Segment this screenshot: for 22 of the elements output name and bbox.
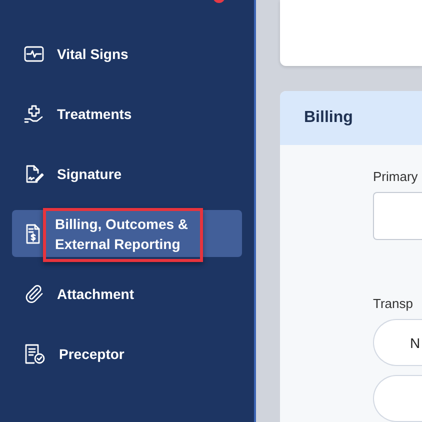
option-button[interactable]: N — [373, 319, 422, 366]
option-button[interactable] — [373, 375, 422, 422]
sidebar-item[interactable]: Preceptor — [12, 330, 242, 377]
sidebar-item-label: Billing, Outcomes & External Reporting — [55, 214, 190, 254]
document-pen-icon — [24, 164, 44, 184]
sidebar-item[interactable]: Vital Signs — [12, 30, 242, 77]
sidebar-item-label: Treatments — [57, 104, 132, 124]
sidebar-item-label: Preceptor — [59, 344, 124, 364]
sidebar-item[interactable]: Attachment — [12, 270, 242, 317]
field-label: Primary — [373, 169, 419, 184]
hand-plus-icon — [24, 104, 44, 124]
field-label: Transp — [373, 296, 414, 311]
document-check-icon — [24, 344, 46, 364]
paperclip-icon — [24, 284, 44, 304]
dollar-document-icon — [24, 224, 42, 244]
sidebar-item-label: Attachment — [57, 284, 134, 304]
card-title: Billing — [304, 109, 353, 127]
sidebar-item[interactable]: Treatments — [12, 90, 242, 137]
sidebar-item-label: Signature — [57, 164, 122, 184]
sidebar-item-label: Vital Signs — [57, 44, 128, 64]
heart-monitor-icon — [24, 46, 44, 62]
sidebar-item[interactable]: Signature — [12, 150, 242, 197]
